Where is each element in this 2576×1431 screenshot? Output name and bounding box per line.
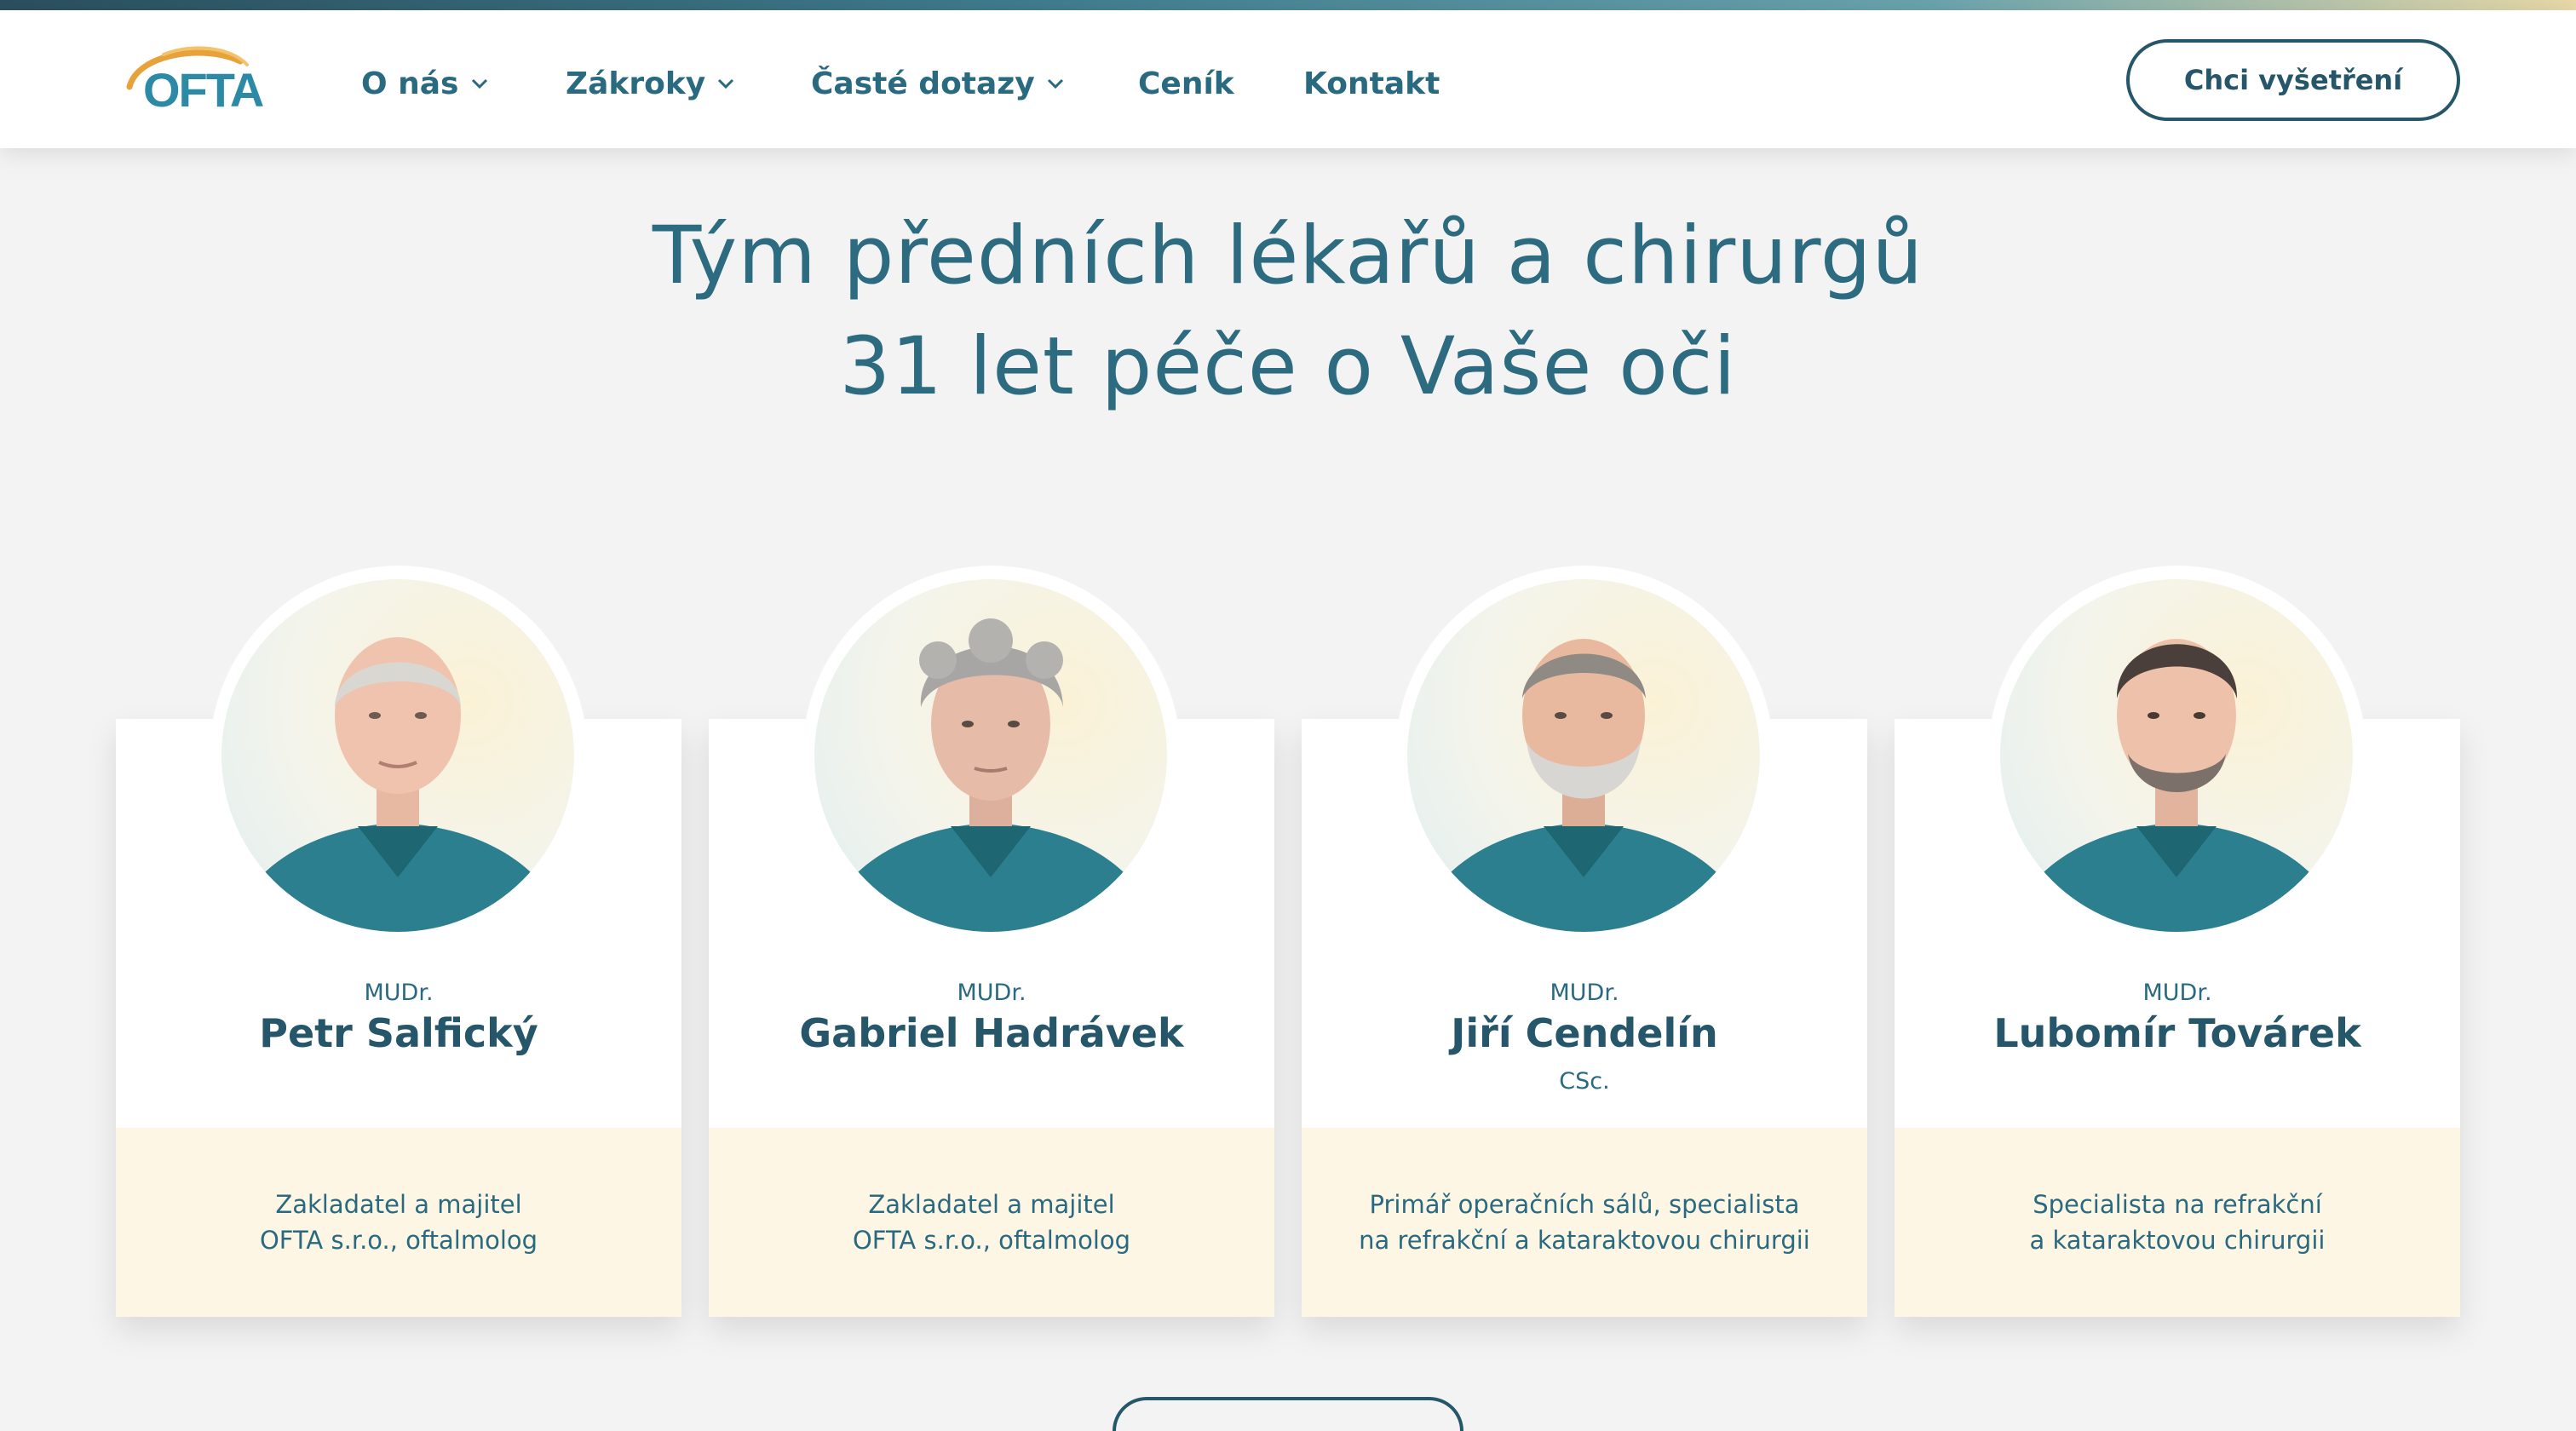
desc-line: Zakladatel a majitel: [868, 1190, 1115, 1219]
doctor-title: MUDr.: [1550, 980, 1619, 1006]
ofta-logo[interactable]: OFTA: [112, 36, 283, 131]
doctor-photo-frame: [1988, 566, 2366, 944]
doctor-description: Zakladatel a majitel OFTA s.r.o., oftalm…: [116, 1128, 681, 1317]
nav-item-cenik[interactable]: Ceník: [1138, 58, 1234, 109]
doctor-name[interactable]: Gabriel Hadrávek: [709, 1010, 1274, 1056]
desc-line: na refrakční a kataraktovou chirurgii: [1359, 1226, 1810, 1255]
chevron-down-icon: [1044, 72, 1067, 95]
doctor-title: MUDr.: [364, 980, 434, 1006]
nav-label: Zákroky: [566, 66, 706, 101]
doctor-portrait-photo[interactable]: [221, 579, 574, 932]
site-header: OFTA O nás Zákroky Časté dotazy Ceník Ko…: [0, 10, 2576, 148]
logo-text: OFTA: [143, 63, 264, 117]
doctor-description: Specialista na refrakční a kataraktovou …: [1895, 1128, 2460, 1317]
doctor-photo-frame: [802, 566, 1181, 944]
chevron-down-icon: [714, 72, 738, 95]
desc-line: Primář operačních sálů, specialista: [1369, 1190, 1800, 1219]
doctor-name[interactable]: Petr Salfický: [116, 1010, 681, 1056]
hero-line-2: 31 let péče o Vaše oči: [839, 320, 1737, 413]
doctor-title: MUDr.: [957, 980, 1026, 1006]
top-accent-bar: [0, 0, 2576, 10]
doctor-suffix: CSc.: [1559, 1068, 1610, 1095]
doctor-photo-frame: [210, 566, 588, 944]
desc-line: Specialista na refrakční: [2033, 1190, 2322, 1219]
nav-item-zakroky[interactable]: Zákroky: [566, 58, 738, 109]
nav-label: Ceník: [1138, 66, 1234, 101]
doctor-portrait-photo[interactable]: [1407, 579, 1760, 932]
cta-button[interactable]: Chci vyšetření: [2126, 39, 2460, 121]
chevron-down-icon: [468, 72, 492, 95]
hero-line-1: Tým předních lékařů a chirurgů: [652, 210, 1924, 302]
nav-item-caste-dotazy[interactable]: Časté dotazy: [811, 58, 1067, 109]
desc-line: OFTA s.r.o., oftalmolog: [259, 1226, 538, 1255]
more-doctors-button[interactable]: [1113, 1397, 1463, 1431]
doctor-portrait-photo[interactable]: [814, 579, 1167, 932]
doctor-photo-frame: [1395, 566, 1774, 944]
desc-line: a kataraktovou chirurgii: [2029, 1226, 2326, 1255]
desc-line: OFTA s.r.o., oftalmolog: [852, 1226, 1131, 1255]
nav-item-o-nas[interactable]: O nás: [361, 58, 492, 109]
doctor-portrait-photo[interactable]: [2000, 579, 2353, 932]
hero-heading: Tým předních lékařů a chirurgů 31 let pé…: [0, 201, 2576, 422]
doctor-description: Zakladatel a majitel OFTA s.r.o., oftalm…: [709, 1128, 1274, 1317]
doctor-description: Primář operačních sálů, specialista na r…: [1302, 1128, 1867, 1317]
nav-label: O nás: [361, 66, 459, 101]
doctor-title: MUDr.: [2142, 980, 2212, 1006]
doctor-name[interactable]: Lubomír Továrek: [1895, 1010, 2460, 1056]
doctor-name[interactable]: Jiří Cendelín: [1302, 1010, 1867, 1056]
nav-label: Časté dotazy: [811, 66, 1035, 101]
nav-item-kontakt[interactable]: Kontakt: [1303, 58, 1440, 109]
desc-line: Zakladatel a majitel: [275, 1190, 522, 1219]
nav-label: Kontakt: [1303, 66, 1440, 101]
